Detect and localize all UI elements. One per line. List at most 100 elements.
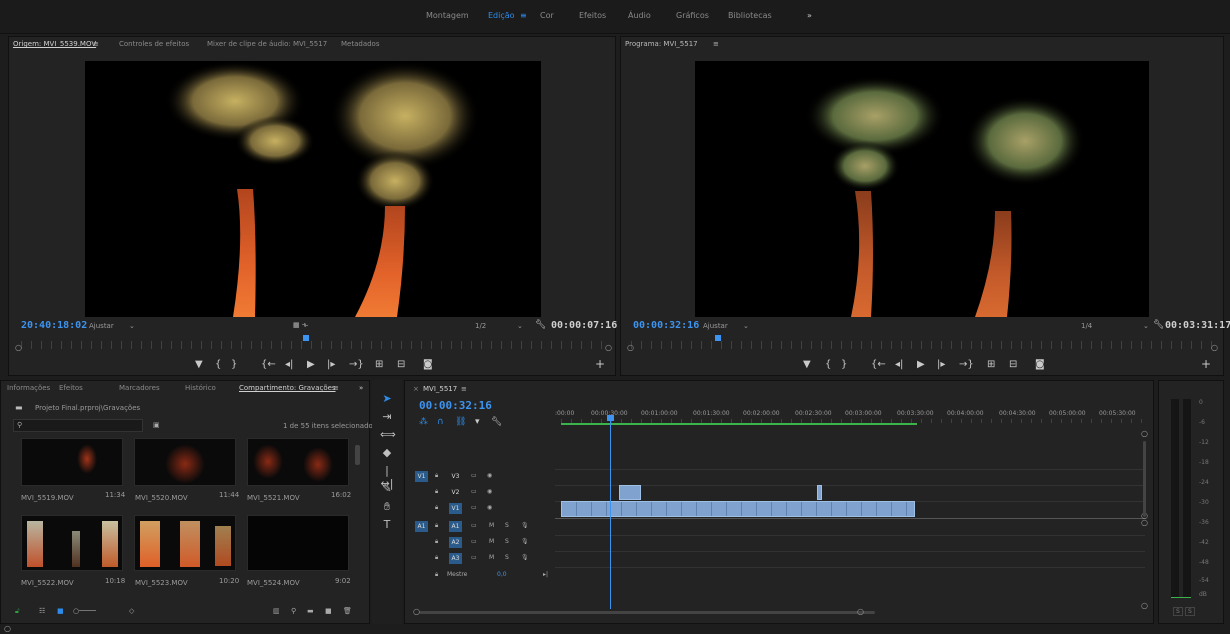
program-resolution-dropdown[interactable]: 1/4 xyxy=(1081,322,1092,330)
program-play-icon[interactable]: ▶ xyxy=(917,359,925,370)
tab-audio-clip-mixer[interactable]: Mixer de clipe de áudio: MVI_5517 xyxy=(207,40,327,48)
lock-icon[interactable]: 🔒︎ xyxy=(435,472,438,480)
program-scroll-end-icon[interactable]: ○ xyxy=(1211,343,1218,352)
solo-button[interactable]: S xyxy=(505,538,509,545)
video-vertical-scrollbar[interactable] xyxy=(1143,441,1146,517)
track-label[interactable]: V2 xyxy=(449,487,462,498)
clip-thumbnail-1[interactable] xyxy=(21,438,123,486)
program-scroll-start-icon[interactable]: ○ xyxy=(627,343,634,352)
go-to-in-icon[interactable]: {← xyxy=(261,359,276,370)
new-item-icon[interactable]: ■ xyxy=(325,607,332,615)
source-settings-wrench-icon[interactable]: 🔧︎ xyxy=(535,320,546,330)
timeline-playhead-handle[interactable] xyxy=(607,415,614,421)
mute-button[interactable]: M xyxy=(489,522,494,529)
track-label[interactable]: A2 xyxy=(449,537,462,548)
sort-icon[interactable]: ◇ xyxy=(129,607,134,615)
lock-icon[interactable]: 🔒︎ xyxy=(435,554,438,562)
tab-effects[interactable]: Efeitos xyxy=(59,384,83,392)
tab-markers[interactable]: Marcadores xyxy=(119,384,160,392)
solo-left-button[interactable]: S xyxy=(1173,607,1183,616)
program-step-forward-icon[interactable]: |▸ xyxy=(937,359,945,370)
source-time-ruler[interactable] xyxy=(21,341,605,349)
sync-lock-icon[interactable]: ▭ xyxy=(471,488,477,495)
tab-effect-controls[interactable]: Controles de efeitos xyxy=(119,40,189,48)
clip-v2-b[interactable] xyxy=(817,485,822,500)
mute-button[interactable]: M xyxy=(489,554,494,561)
program-resolution-chevron-icon[interactable]: ⌄ xyxy=(1143,322,1149,330)
program-add-button-icon[interactable]: + xyxy=(1201,357,1211,371)
program-go-to-out-icon[interactable]: →} xyxy=(959,359,974,370)
tab-metadata[interactable]: Metadados xyxy=(341,40,380,48)
timeline-playhead[interactable] xyxy=(610,415,611,609)
extract-icon[interactable]: ⊟ xyxy=(1009,359,1017,370)
sync-lock-icon[interactable]: ▭ xyxy=(471,504,477,511)
source-scroll-end-icon[interactable]: ○ xyxy=(605,343,612,352)
sync-lock-icon[interactable]: ▭ xyxy=(471,554,477,561)
lock-icon[interactable]: 🔒︎ xyxy=(435,488,438,496)
step-forward-icon[interactable]: |▸ xyxy=(327,359,335,370)
source-menu-icon[interactable]: ≡ xyxy=(93,40,99,48)
lock-icon[interactable]: 🔒︎ xyxy=(435,504,438,512)
clip-v2-a[interactable] xyxy=(619,485,641,500)
eye-icon[interactable]: ◉ xyxy=(487,472,492,479)
vertical-scroll-audio-icon[interactable]: ○ xyxy=(1141,518,1148,527)
bin-scrollbar[interactable] xyxy=(355,445,360,465)
source-fit-dropdown[interactable]: Ajustar xyxy=(89,322,114,330)
track-label[interactable]: V3 xyxy=(449,471,462,482)
tab-sequence[interactable]: MVI_5517 xyxy=(423,385,457,393)
selection-tool-icon[interactable]: ➤ xyxy=(380,392,394,405)
add-marker-icon[interactable]: ▼ xyxy=(195,359,203,370)
source-patch-v[interactable]: V1 xyxy=(415,471,428,482)
source-playhead[interactable] xyxy=(303,335,309,341)
source-add-button-icon[interactable]: + xyxy=(595,357,605,371)
project-search-input[interactable]: ⚲ xyxy=(13,419,143,432)
workspace-edicao[interactable]: Edição xyxy=(488,11,515,20)
sequence-menu-icon[interactable]: ≡ xyxy=(461,385,467,393)
source-scroll-start-icon[interactable]: ○ xyxy=(15,343,22,352)
clip-thumbnail-5[interactable] xyxy=(134,515,236,571)
vertical-scroll-bottom-icon[interactable]: ○ xyxy=(1141,601,1148,610)
workspace-graficos[interactable]: Gráficos xyxy=(676,11,709,20)
clip-thumbnail-3[interactable] xyxy=(247,438,349,486)
workspace-menu-icon[interactable]: ≡ xyxy=(520,11,527,20)
track-label[interactable]: A1 xyxy=(449,521,462,532)
workspace-cor[interactable]: Cor xyxy=(540,11,554,20)
eye-icon[interactable]: ◉ xyxy=(487,488,492,495)
play-icon[interactable]: ▶ xyxy=(307,359,315,370)
timeline-settings-wrench-icon[interactable]: 🔧︎ xyxy=(491,417,502,427)
program-export-frame-camera-icon[interactable]: ◙ xyxy=(1035,359,1045,370)
ripple-edit-tool-icon[interactable]: ⟺ xyxy=(380,428,396,441)
tab-info[interactable]: Informações xyxy=(7,384,50,392)
vertical-scroll-top-icon[interactable]: ○ xyxy=(1141,429,1148,438)
workspace-bibliotecas[interactable]: Bibliotecas xyxy=(728,11,772,20)
lock-icon[interactable]: 🔓︎ xyxy=(15,607,20,616)
timeline-horizontal-scrollbar[interactable] xyxy=(419,611,875,614)
program-mark-in-icon[interactable]: { xyxy=(825,359,831,370)
sync-lock-icon[interactable]: ▭ xyxy=(471,472,477,479)
tab-bin[interactable]: Compartimento: Gravações xyxy=(239,384,336,392)
workspace-efeitos[interactable]: Efeitos xyxy=(579,11,606,20)
master-volume[interactable]: 0,0 xyxy=(497,571,507,578)
program-timecode[interactable]: 00:00:32:16 xyxy=(633,320,699,331)
tab-source[interactable]: Origem: MVI_5539.MOV xyxy=(13,40,96,48)
source-resolution-chevron-icon[interactable]: ⌄ xyxy=(517,322,523,330)
timeline-close-icon[interactable]: × xyxy=(413,385,419,393)
lock-icon[interactable]: 🔒︎ xyxy=(435,538,438,546)
hand-tool-icon[interactable]: ✋︎ xyxy=(380,500,394,514)
program-add-marker-icon[interactable]: ▼ xyxy=(803,359,811,370)
project-panel-overflow-icon[interactable]: » xyxy=(359,384,363,392)
clip-thumbnail-4[interactable] xyxy=(21,515,123,571)
new-search-bin-icon[interactable]: ▣ xyxy=(153,421,160,429)
track-select-tool-icon[interactable]: ⇥ xyxy=(380,410,394,423)
icon-view-icon[interactable]: ■ xyxy=(57,607,64,615)
workspaces-overflow-icon[interactable]: » xyxy=(807,11,812,20)
workspace-audio[interactable]: Áudio xyxy=(628,11,651,20)
microphone-icon[interactable]: 🎙︎ xyxy=(521,538,529,545)
add-marker-icon[interactable]: ▾ xyxy=(475,417,480,427)
export-frame-camera-icon[interactable]: ◙ xyxy=(423,359,433,370)
microphone-icon[interactable]: 🎙︎ xyxy=(521,554,529,561)
go-to-out-icon[interactable]: →} xyxy=(349,359,364,370)
sync-lock-icon[interactable]: ▭ xyxy=(471,522,477,529)
program-step-back-icon[interactable]: ◂| xyxy=(895,359,903,370)
program-go-to-in-icon[interactable]: {← xyxy=(871,359,886,370)
